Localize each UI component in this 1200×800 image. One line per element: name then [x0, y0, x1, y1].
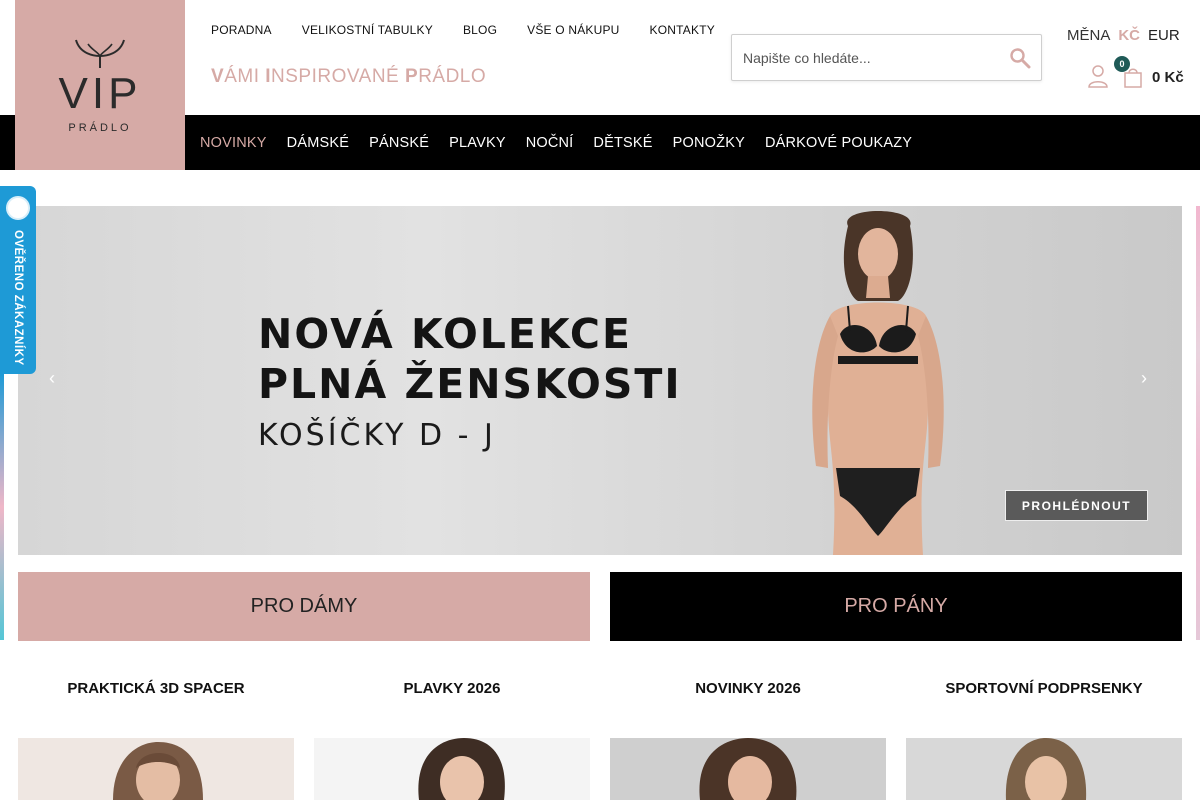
nav-novinky[interactable]: NOVINKY	[200, 135, 267, 151]
category-image[interactable]	[610, 738, 886, 800]
category-image[interactable]	[906, 738, 1182, 800]
top-navigation: PORADNA VELIKOSTNÍ TABULKY BLOG VŠE O NÁ…	[211, 23, 745, 37]
verified-seal-icon	[6, 196, 30, 220]
logo-text: VIP	[58, 69, 142, 118]
currency-eur[interactable]: EUR	[1148, 27, 1180, 44]
logo-subtext: PRÁDLO	[68, 122, 132, 134]
pro-damy-button[interactable]: PRO DÁMY	[18, 572, 590, 641]
category-card[interactable]: PLAVKY 2026	[314, 680, 590, 697]
topnav-blog[interactable]: BLOG	[463, 23, 497, 37]
hero-headline-2: PLNÁ ŽENSKOSTI	[258, 360, 682, 408]
user-account-icon[interactable]	[1087, 64, 1109, 88]
category-title[interactable]: PRAKTICKÁ 3D SPACER	[18, 680, 294, 697]
currency-switcher: MĚNA KČ EUR	[1067, 27, 1188, 44]
topnav-poradna[interactable]: PORADNA	[211, 23, 272, 37]
nav-detske[interactable]: DĚTSKÉ	[593, 135, 652, 151]
cart-total[interactable]: 0 Kč	[1152, 69, 1184, 86]
hero-prev-arrow-icon[interactable]: ‹	[49, 368, 55, 389]
currency-kc[interactable]: KČ	[1118, 27, 1140, 44]
category-title[interactable]: NOVINKY 2026	[610, 680, 886, 697]
nav-ponozky[interactable]: PONOŽKY	[673, 135, 745, 151]
hero-subline: KOŠÍČKY D - J	[258, 418, 496, 453]
topnav-velikostni-tabulky[interactable]: VELIKOSTNÍ TABULKY	[302, 23, 433, 37]
currency-label: MĚNA	[1067, 27, 1111, 44]
hero-next-arrow-icon[interactable]: ›	[1141, 368, 1147, 389]
search-box	[731, 34, 1042, 81]
category-card[interactable]: PRAKTICKÁ 3D SPACER	[18, 680, 294, 697]
nav-nocni[interactable]: NOČNÍ	[526, 135, 574, 151]
verified-customers-badge[interactable]: OVĚŘENO ZÁKAZNÍKY	[0, 186, 36, 374]
search-input[interactable]	[732, 35, 992, 80]
nav-panske[interactable]: PÁNSKÉ	[369, 135, 429, 151]
category-image[interactable]	[18, 738, 294, 800]
category-image[interactable]	[314, 738, 590, 800]
category-title[interactable]: PLAVKY 2026	[314, 680, 590, 697]
side-banner-right	[1196, 206, 1200, 640]
verified-text: OVĚŘENO ZÁKAZNÍKY	[12, 230, 24, 366]
nav-darkove-poukazy[interactable]: DÁRKOVÉ POUKAZY	[765, 135, 912, 151]
topnav-vse-o-nakupu[interactable]: VŠE O NÁKUPU	[527, 23, 619, 37]
topnav-kontakty[interactable]: KONTAKTY	[650, 23, 715, 37]
nav-damske[interactable]: DÁMSKÉ	[287, 135, 349, 151]
category-title[interactable]: SPORTOVNÍ PODPRSENKY	[906, 680, 1182, 697]
pro-pany-button[interactable]: PRO PÁNY	[610, 572, 1182, 641]
category-card[interactable]: NOVINKY 2026	[610, 680, 886, 697]
site-logo[interactable]: VIP PRÁDLO	[15, 0, 185, 170]
hero-view-button[interactable]: PROHLÉDNOUT	[1005, 490, 1148, 521]
logo-emblem-icon	[75, 39, 125, 68]
search-icon[interactable]	[1009, 47, 1031, 69]
hero-model-image	[812, 211, 944, 555]
category-card[interactable]: SPORTOVNÍ PODPRSENKY	[906, 680, 1182, 697]
hero-banner[interactable]: NOVÁ KOLEKCE PLNÁ ŽENSKOSTI KOŠÍČKY D - …	[18, 206, 1182, 555]
cart-count-badge: 0	[1114, 56, 1130, 72]
nav-plavky[interactable]: PLAVKY	[449, 135, 506, 151]
tagline: VÁMI INSPIROVANÉ PRÁDLO	[211, 66, 487, 87]
hero-headline-1: NOVÁ KOLEKCE	[258, 310, 632, 358]
side-banner-left	[0, 374, 4, 640]
